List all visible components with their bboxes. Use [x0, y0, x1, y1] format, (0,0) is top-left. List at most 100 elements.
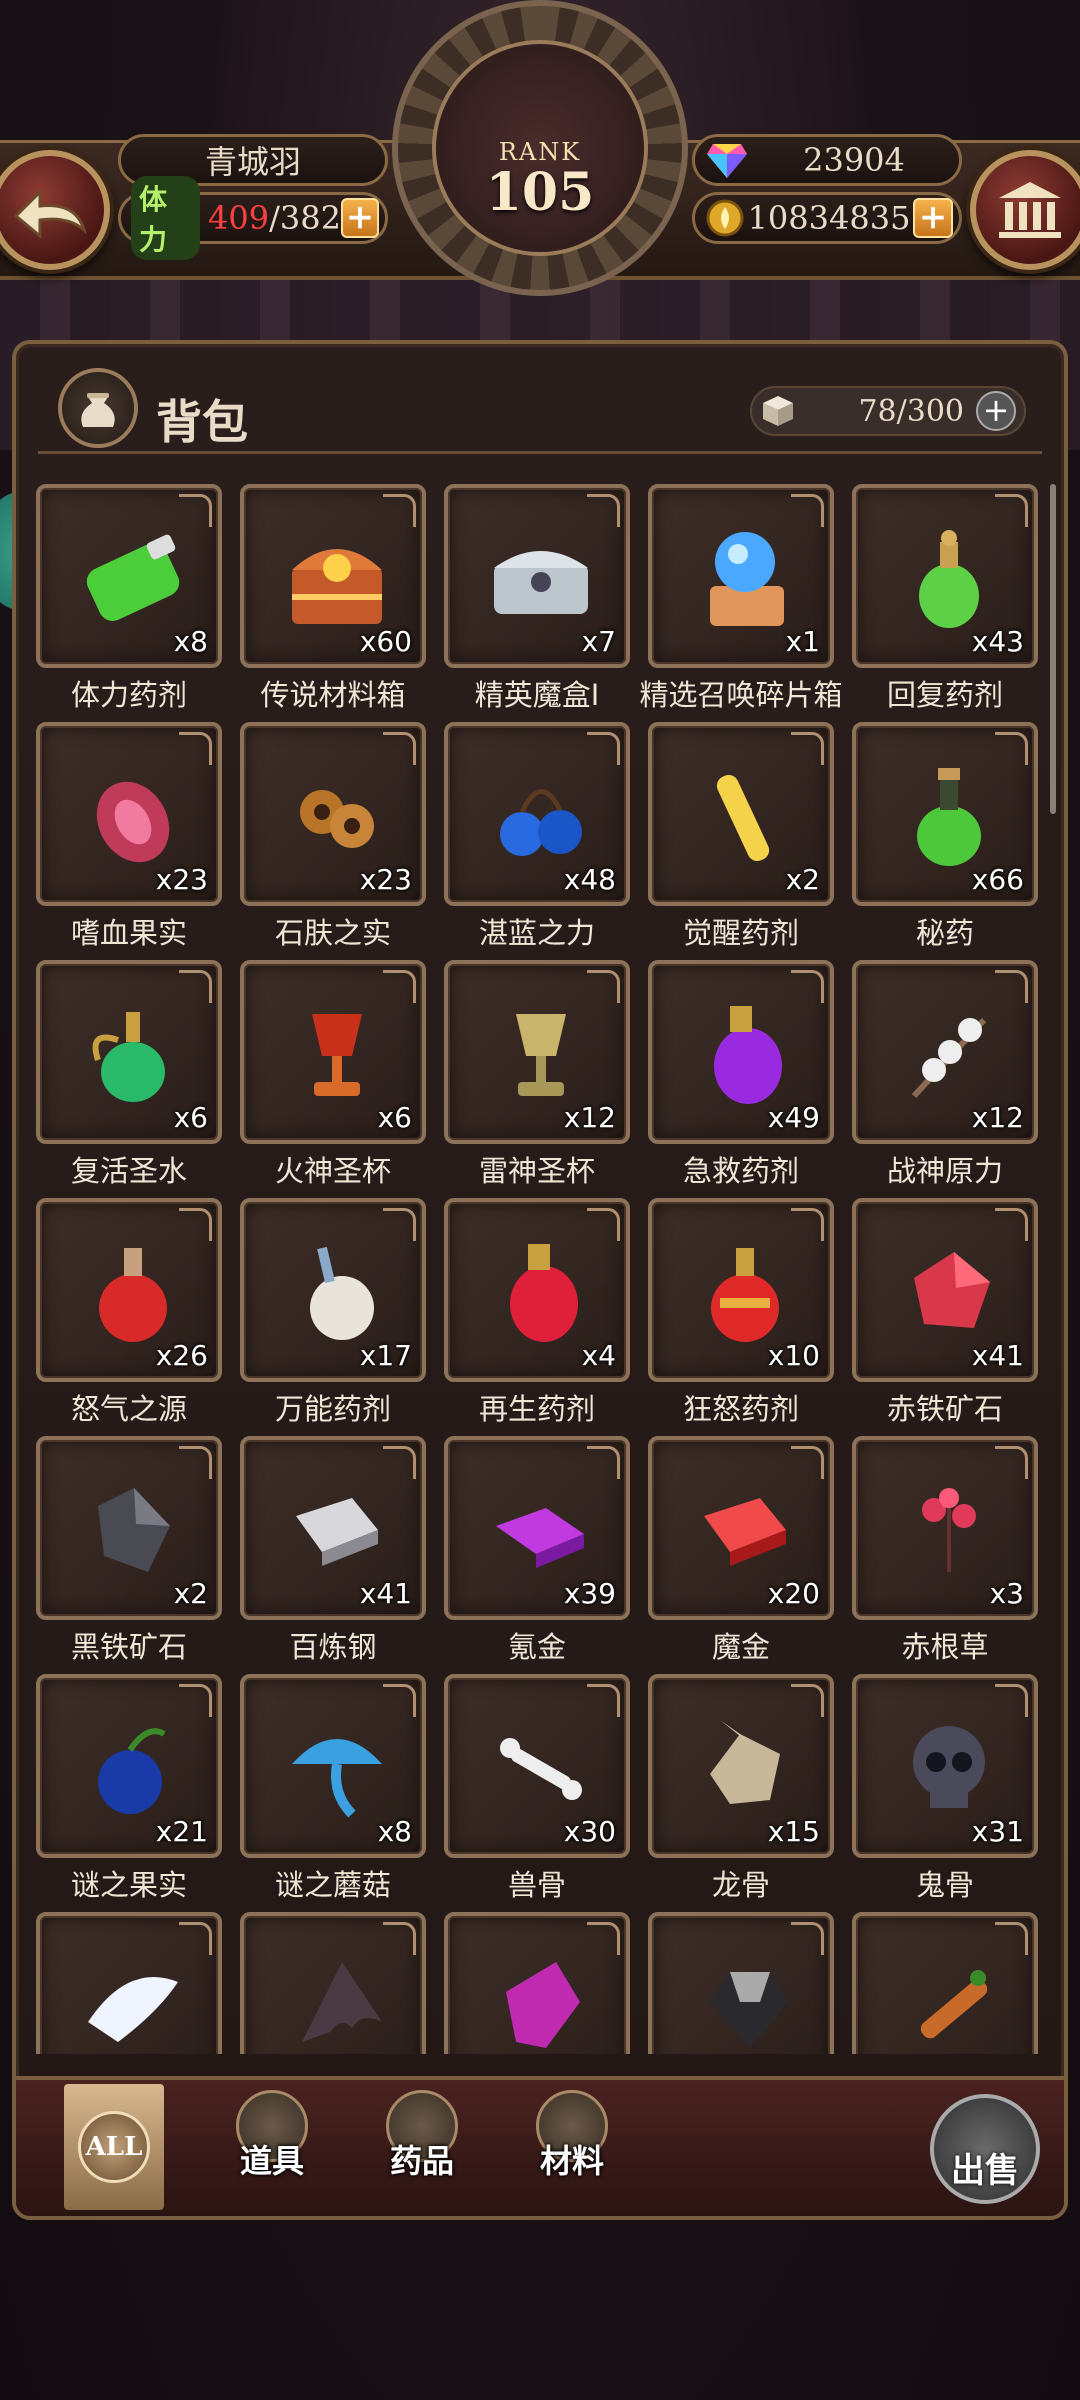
- item-slot[interactable]: x6 火神圣杯: [240, 960, 426, 1190]
- item-slot[interactable]: x17 万能药剂: [240, 1198, 426, 1428]
- item-slot[interactable]: x60 传说材料箱: [240, 484, 426, 714]
- tab-potions-label: 药品: [389, 2142, 454, 2180]
- item-slot[interactable]: x3 赤根草: [852, 1436, 1038, 1666]
- item-quantity: x2: [785, 863, 820, 896]
- all-tab-icon: ALL: [78, 2111, 150, 2183]
- sell-button[interactable]: 出售: [930, 2094, 1040, 2204]
- item-slot[interactable]: [852, 1912, 1038, 2054]
- item-slot[interactable]: x23 嗜血果实: [36, 722, 222, 952]
- scrollbar[interactable]: [1050, 484, 1056, 814]
- gold-display: 10834835 +: [692, 192, 962, 244]
- item-slot[interactable]: x26 怒气之源: [36, 1198, 222, 1428]
- item-name: 石肤之实: [274, 916, 391, 950]
- purple-ingot-icon: [496, 1508, 584, 1568]
- green-flask-icon: [917, 768, 981, 866]
- item-slot[interactable]: x7 精英魔盒Ⅰ: [444, 484, 630, 714]
- item-slot[interactable]: x21 谜之果实: [36, 1674, 222, 1904]
- purple-crystal-icon: [506, 1962, 580, 2048]
- item-frame: x12: [852, 960, 1038, 1144]
- item-slot[interactable]: [36, 1912, 222, 2054]
- expand-capacity-button[interactable]: +: [976, 391, 1016, 431]
- item-quantity: x6: [173, 1101, 208, 1134]
- item-frame: x23: [36, 722, 222, 906]
- silver-chest-icon: [494, 551, 588, 614]
- item-name: 黑铁矿石: [70, 1630, 187, 1664]
- item-name: 精选召唤碎片箱: [639, 678, 843, 712]
- bag-icon: [58, 368, 138, 448]
- item-quantity: x30: [563, 1815, 616, 1848]
- item-slot[interactable]: [240, 1912, 426, 2054]
- item-slot[interactable]: x4 再生药剂: [444, 1198, 630, 1428]
- item-name: 万能药剂: [274, 1392, 391, 1426]
- item-slot[interactable]: x39 氪金: [444, 1436, 630, 1666]
- blue-mushroom-icon: [292, 1739, 382, 1818]
- fire-chalice-icon: [312, 1014, 362, 1096]
- item-quantity: x8: [173, 625, 208, 658]
- red-gold-flask-icon: [711, 1248, 779, 1342]
- item-slot[interactable]: x43 回复药剂: [852, 484, 1038, 714]
- item-name: 谜之蘑菇: [274, 1868, 391, 1902]
- item-frame: [648, 1912, 834, 2054]
- item-slot[interactable]: x20 魔金: [648, 1436, 834, 1666]
- diamond-icon: [707, 144, 747, 178]
- item-frame: [36, 1912, 222, 2054]
- tab-potions[interactable]: 药品: [362, 2090, 482, 2210]
- item-name: 复活圣水: [70, 1154, 187, 1188]
- item-slot[interactable]: x23 石肤之实: [240, 722, 426, 952]
- legendary-chest-icon: [292, 549, 382, 624]
- item-slot[interactable]: x6 复活圣水: [36, 960, 222, 1190]
- item-slot[interactable]: x15 龙骨: [648, 1674, 834, 1904]
- item-frame: x60: [240, 484, 426, 668]
- item-frame: x49: [648, 960, 834, 1144]
- item-frame: x3: [852, 1436, 1038, 1620]
- item-quantity: x7: [581, 625, 616, 658]
- item-frame: x6: [36, 960, 222, 1144]
- purple-potion-icon: [714, 1006, 782, 1104]
- green-potion-bottle-icon: [86, 534, 180, 621]
- tab-props-label: 道具: [239, 2142, 304, 2180]
- tab-all[interactable]: ALL: [64, 2084, 164, 2210]
- item-name: 觉醒药剂: [682, 916, 799, 950]
- item-slot[interactable]: x41 百炼钢: [240, 1436, 426, 1666]
- item-quantity: x49: [767, 1101, 820, 1134]
- item-slot[interactable]: x10 狂怒药剂: [648, 1198, 834, 1428]
- item-name: 谜之果实: [70, 1868, 187, 1902]
- item-frame: x20: [648, 1436, 834, 1620]
- add-gold-button[interactable]: +: [913, 198, 953, 238]
- item-quantity: x20: [767, 1577, 820, 1610]
- item-slot[interactable]: [648, 1912, 834, 2054]
- tab-props[interactable]: 道具: [212, 2090, 332, 2210]
- item-name: 战神原力: [886, 1154, 1003, 1188]
- thunder-chalice-icon: [516, 1014, 566, 1096]
- item-slot[interactable]: x8 体力药剂: [36, 484, 222, 714]
- item-quantity: x23: [155, 863, 208, 896]
- item-slot[interactable]: x66 秘药: [852, 722, 1038, 952]
- item-slot[interactable]: x12 战神原力: [852, 960, 1038, 1190]
- item-quantity: x41: [359, 1577, 412, 1610]
- item-slot[interactable]: x2 黑铁矿石: [36, 1436, 222, 1666]
- item-slot[interactable]: x49 急救药剂: [648, 960, 834, 1190]
- black-gem-icon: [710, 1972, 788, 2048]
- item-slot[interactable]: x12 雷神圣杯: [444, 960, 630, 1190]
- item-slot[interactable]: x1 精选召唤碎片箱: [639, 484, 843, 714]
- add-stamina-button[interactable]: +: [340, 198, 379, 238]
- red-round-flask-icon: [99, 1248, 167, 1342]
- item-slot[interactable]: [444, 1912, 630, 2054]
- item-frame: x8: [36, 484, 222, 668]
- item-slot[interactable]: x2 觉醒药剂: [648, 722, 834, 952]
- item-frame: x10: [648, 1198, 834, 1382]
- item-slot[interactable]: x30 兽骨: [444, 1674, 630, 1904]
- item-quantity: x66: [971, 863, 1024, 896]
- dragon-skull-icon: [710, 1720, 780, 1804]
- item-frame: x4: [444, 1198, 630, 1382]
- item-frame: x41: [240, 1436, 426, 1620]
- item-slot[interactable]: x41 赤铁矿石: [852, 1198, 1038, 1428]
- item-slot[interactable]: x48 湛蓝之力: [444, 722, 630, 952]
- back-arrow-icon: [13, 188, 87, 240]
- item-slot[interactable]: x31 鬼骨: [852, 1674, 1038, 1904]
- item-slot[interactable]: x8 谜之蘑菇: [240, 1674, 426, 1904]
- item-name: 回复药剂: [886, 678, 1003, 712]
- tab-materials[interactable]: 材料: [512, 2090, 632, 2210]
- hall-button[interactable]: [970, 150, 1080, 270]
- item-grid: x8 体力药剂 x60 传说材料箱 x7 精英魔盒Ⅰ x1 精选召唤碎片箱 x43 回复药剂 x23…: [36, 484, 1046, 2054]
